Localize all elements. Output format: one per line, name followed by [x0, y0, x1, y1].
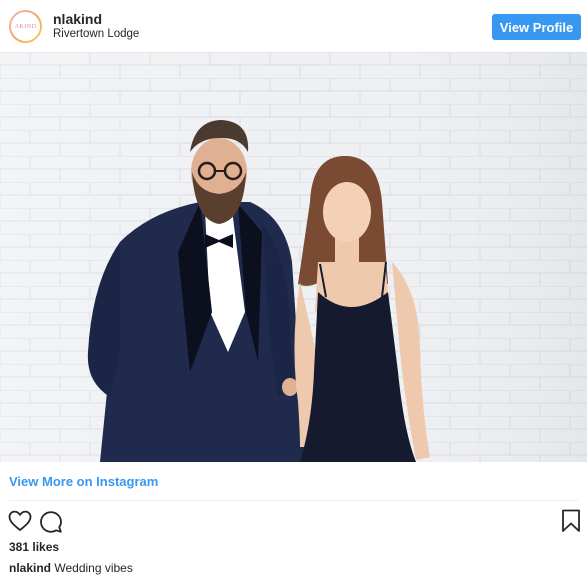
view-more-on-instagram-link[interactable]: View More on Instagram — [9, 474, 158, 489]
username[interactable]: nlakind — [53, 11, 102, 27]
post-photo[interactable] — [0, 52, 587, 462]
caption: nlakind Wedding vibes — [9, 561, 133, 575]
instagram-embed-card: AKIND nlakind Rivertown Lodge View Profi… — [0, 0, 587, 578]
post-header: AKIND nlakind Rivertown Lodge View Profi… — [0, 0, 587, 52]
avatar-image: AKIND — [11, 12, 40, 41]
avatar[interactable]: AKIND — [9, 10, 42, 43]
heart-icon[interactable] — [8, 510, 32, 532]
photo-illustration — [0, 52, 587, 462]
likes-count[interactable]: 381 likes — [9, 540, 59, 554]
caption-username[interactable]: nlakind — [9, 561, 51, 575]
location[interactable]: Rivertown Lodge — [53, 28, 139, 40]
view-profile-button[interactable]: View Profile — [492, 14, 581, 40]
divider — [9, 500, 578, 501]
bookmark-icon[interactable] — [561, 509, 581, 533]
comment-icon[interactable] — [39, 510, 63, 534]
caption-text: Wedding vibes — [54, 561, 133, 575]
avatar-logo-text: AKIND — [14, 23, 37, 30]
